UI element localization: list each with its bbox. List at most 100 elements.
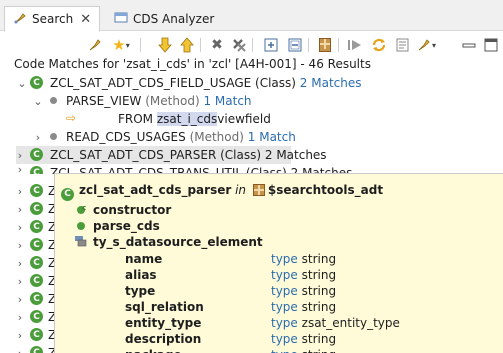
class-type: (Class) — [255, 76, 296, 90]
type-value: string — [301, 284, 337, 298]
field-name: type — [125, 284, 156, 298]
type-keyword: type — [271, 332, 298, 346]
field-type: type string — [271, 347, 336, 353]
previous-match-icon[interactable] — [178, 36, 196, 54]
collapsed-chevron-icon[interactable]: › — [14, 347, 26, 353]
type-value: string — [302, 348, 336, 353]
class-icon: C — [30, 166, 43, 174]
collapsed-chevron-icon[interactable]: › — [14, 275, 26, 288]
expanded-chevron-icon[interactable]: ⌄ — [16, 77, 28, 90]
tree-row-method[interactable]: ⌄ PARSE_VIEW (Method) 1 Match — [0, 92, 503, 110]
collapsed-chevron-icon[interactable]: › — [14, 164, 26, 174]
class-icon: C — [30, 238, 43, 251]
method-icon — [50, 97, 57, 104]
remove-match-icon[interactable]: ✖ — [208, 36, 226, 54]
method-icon — [50, 133, 57, 140]
field-type: type string — [271, 299, 336, 315]
field-row: name — [125, 251, 162, 267]
field-type: type string — [271, 267, 336, 283]
tree-row-class-selected[interactable]: › C ZCL_SAT_ADT_CDS_PARSER (Class) 2 Mat… — [0, 146, 503, 164]
popup-header: Czcl_sat_adt_cds_parser in $searchtools_… — [61, 182, 384, 201]
collapsed-chevron-icon[interactable]: › — [32, 131, 44, 144]
type-keyword: type — [271, 348, 298, 353]
results-summary: Code Matches for 'zsat_i_cds' in 'zcl' [… — [14, 57, 371, 71]
expanded-chevron-icon[interactable]: ⌄ — [32, 95, 44, 108]
match-count: 1 Match — [203, 94, 252, 108]
tab-cds-analyzer[interactable]: CDS Analyzer — [106, 6, 222, 31]
class-icon: C — [30, 328, 43, 341]
search-pin-dropdown-icon[interactable]: ▾ — [414, 36, 438, 54]
collapsed-chevron-icon[interactable]: › — [14, 203, 26, 216]
field-name: sql_relation — [125, 300, 204, 314]
tab-search[interactable]: Search ✕ — [4, 6, 101, 32]
type-icon — [75, 235, 87, 247]
field-row: entity_type — [125, 315, 201, 331]
close-icon[interactable]: ✕ — [80, 12, 91, 27]
match-arrow-icon: ⇨ — [66, 111, 77, 125]
class-icon: C — [30, 184, 43, 197]
collapsed-chevron-icon[interactable]: › — [14, 293, 26, 306]
favorite-star-dropdown-icon[interactable]: ★ ▾ — [110, 36, 132, 54]
member-name: constructor — [93, 203, 172, 217]
refresh-search-icon[interactable] — [370, 36, 388, 54]
popup-member-parse-cds[interactable]: parse_cds — [77, 218, 160, 234]
class-icon: C — [30, 310, 43, 323]
member-name: parse_cds — [93, 219, 160, 233]
group-by-package-icon[interactable] — [316, 36, 334, 54]
field-name: name — [125, 252, 163, 266]
collapsed-chevron-icon[interactable]: › — [14, 311, 26, 324]
type-value: string — [301, 300, 337, 314]
type-value: string — [301, 332, 337, 346]
field-name: description — [125, 332, 202, 346]
search-view-icon — [13, 11, 27, 28]
popup-member-constructor[interactable]: c constructor — [77, 202, 171, 218]
type-value: string — [301, 268, 337, 282]
field-row: package — [125, 347, 182, 353]
field-type: type string — [271, 283, 336, 299]
tree-row-match-line[interactable]: ⇨ FROM zsat_i_cdsviewfield — [0, 110, 503, 128]
view-tab-bar: Search ✕ CDS Analyzer — [0, 0, 503, 32]
class-icon: C — [30, 256, 43, 269]
field-name: package — [125, 348, 182, 353]
type-keyword: type — [271, 268, 298, 282]
maximize-view-icon[interactable] — [482, 36, 500, 54]
collapsed-chevron-icon[interactable]: › — [14, 149, 26, 162]
tab-cds-analyzer-label: CDS Analyzer — [133, 11, 215, 26]
method-name: READ_CDS_USAGES — [66, 130, 186, 144]
type-keyword: type — [271, 300, 298, 314]
collapsed-chevron-icon[interactable]: › — [14, 185, 26, 198]
collapsed-chevron-icon[interactable]: › — [14, 257, 26, 270]
run-search-icon[interactable] — [346, 36, 364, 54]
class-icon: C — [30, 274, 43, 287]
minimize-view-icon[interactable] — [460, 36, 478, 54]
expand-all-icon[interactable] — [262, 36, 280, 54]
popup-member-type[interactable]: ty_s_datasource_element — [75, 234, 263, 250]
tree-row-method[interactable]: › READ_CDS_USAGES (Method) 1 Match — [0, 128, 503, 146]
collapsed-chevron-icon[interactable]: › — [14, 221, 26, 234]
remove-all-matches-icon[interactable] — [230, 36, 248, 54]
next-match-icon[interactable] — [156, 36, 174, 54]
popup-package-name: $searchtools_adt — [267, 183, 384, 197]
field-type: type string — [271, 251, 336, 267]
collapsed-chevron-icon[interactable]: › — [14, 239, 26, 252]
popup-class-name: zcl_sat_adt_cds_parser — [79, 183, 232, 197]
match-prefix: FROM — [118, 112, 157, 126]
match-count: 1 Match — [247, 130, 296, 144]
field-row: sql_relation — [125, 299, 204, 315]
class-icon: C — [30, 220, 43, 233]
type-value: zsat_entity_type — [301, 316, 400, 330]
pin-icon[interactable] — [86, 36, 104, 54]
tree-row-class[interactable]: ⌄ C ZCL_SAT_ADT_CDS_FIELD_USAGE (Class) … — [0, 74, 503, 92]
class-name: ZCL_SAT_ADT_CDS_FIELD_USAGE — [50, 76, 252, 90]
collapse-all-icon[interactable] — [286, 36, 304, 54]
method-name: PARSE_VIEW — [66, 94, 142, 108]
cds-analyzer-icon — [114, 10, 128, 27]
match-suffix: viewfield — [217, 112, 271, 126]
field-name: alias — [125, 268, 157, 282]
element-info-popup: Czcl_sat_adt_cds_parser in $searchtools_… — [54, 173, 503, 353]
field-row: type — [125, 283, 155, 299]
class-icon: C — [30, 148, 43, 161]
collapsed-chevron-icon[interactable]: › — [14, 329, 26, 342]
search-history-icon[interactable] — [394, 36, 412, 54]
class-icon: C — [30, 346, 43, 353]
